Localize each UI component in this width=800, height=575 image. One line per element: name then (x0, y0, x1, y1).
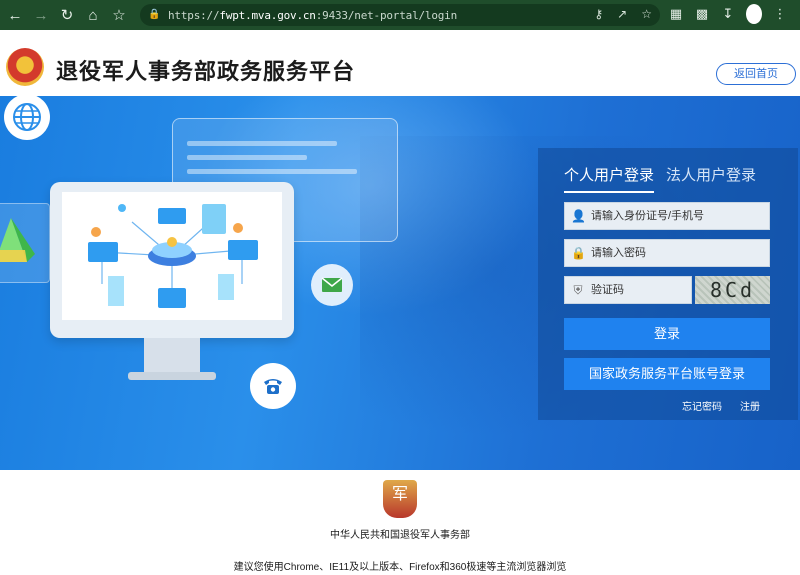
reload-icon[interactable]: ↻ (56, 4, 78, 26)
login-panel: 个人用户登录 法人用户登录 👤 🔒 ⛨ 8Cd 登录 国家政务服务平台账号登录 … (538, 148, 798, 420)
key-icon[interactable]: ⚷ (594, 7, 603, 21)
user-icon: 👤 (571, 209, 586, 223)
globe-icon (4, 96, 50, 140)
url-host: fwpt.mva.gov.cn (219, 8, 316, 22)
network-illustration (62, 192, 282, 320)
ministry-logo: 军 (383, 480, 417, 518)
captcha-field[interactable]: ⛨ (564, 276, 692, 304)
phone-icon (250, 363, 296, 409)
hero-banner: 个人用户登录 法人用户登录 👤 🔒 ⛨ 8Cd 登录 国家政务服务平台账号登录 … (0, 96, 800, 470)
captcha-image[interactable]: 8Cd (695, 276, 770, 304)
lock-icon: 🔒 (148, 9, 161, 20)
site-header: 退役军人事务部政务服务平台 返回首页 (0, 30, 800, 96)
browser-recommendation: 建议您使用Chrome、IE11及以上版本、Firefox和360极速等主流浏览… (233, 562, 567, 573)
share-icon[interactable]: ↗ (617, 7, 627, 21)
site-footer: 军 中华人民共和国退役军人事务部 建议您使用Chrome、IE11及以上版本、F… (0, 470, 800, 575)
register-link[interactable]: 注册 (740, 398, 760, 413)
id-phone-input[interactable] (591, 210, 761, 222)
gov-platform-login-button[interactable]: 国家政务服务平台账号登录 (564, 358, 770, 390)
profile-avatar[interactable] (746, 4, 762, 24)
menu-icon[interactable]: ⋮ (772, 6, 788, 22)
lock-icon: 🔒 (571, 246, 586, 260)
mail-icon (311, 264, 353, 306)
ministry-name: 中华人民共和国退役军人事务部 (330, 530, 470, 541)
tab-legal-entity-login[interactable]: 法人用户登录 (666, 164, 756, 193)
bookmark-star-icon[interactable]: ☆ (108, 4, 130, 26)
login-tabs: 个人用户登录 法人用户登录 (564, 164, 756, 193)
apps-icon[interactable]: ▩ (694, 6, 710, 22)
url-text: https://fwpt.mva.gov.cn:9433/net-portal/… (168, 9, 457, 22)
id-phone-field[interactable]: 👤 (564, 202, 770, 230)
download-icon[interactable]: ↧ (720, 6, 736, 22)
login-links: 忘记密码 注册 (682, 398, 760, 413)
browser-toolbar: ← → ↻ ⌂ ☆ 🔒 https://fwpt.mva.gov.cn:9433… (0, 0, 800, 30)
site-title: 退役军人事务部政务服务平台 (56, 59, 356, 84)
extension-icon[interactable]: ▦ (668, 6, 684, 22)
login-button[interactable]: 登录 (564, 318, 770, 350)
pyramid-chart-card (0, 203, 50, 283)
return-home-button[interactable]: 返回首页 (716, 63, 796, 85)
address-bar[interactable]: 🔒 https://fwpt.mva.gov.cn:9433/net-porta… (140, 4, 660, 26)
shield-icon: ⛨ (573, 283, 583, 297)
national-emblem-logo (6, 48, 44, 86)
monitor-illustration (50, 182, 294, 338)
tab-personal-login[interactable]: 个人用户登录 (564, 164, 655, 193)
password-field[interactable]: 🔒 (564, 239, 770, 267)
back-icon[interactable]: ← (4, 4, 26, 26)
url-path: :9433/net-portal/login (315, 8, 458, 22)
password-input[interactable] (591, 247, 761, 259)
forgot-password-link[interactable]: 忘记密码 (682, 398, 722, 413)
home-icon[interactable]: ⌂ (82, 4, 104, 26)
captcha-input[interactable] (591, 284, 691, 296)
url-prefix: https:// (168, 8, 220, 22)
forward-icon[interactable]: → (30, 4, 52, 26)
star-icon[interactable]: ☆ (641, 7, 652, 21)
